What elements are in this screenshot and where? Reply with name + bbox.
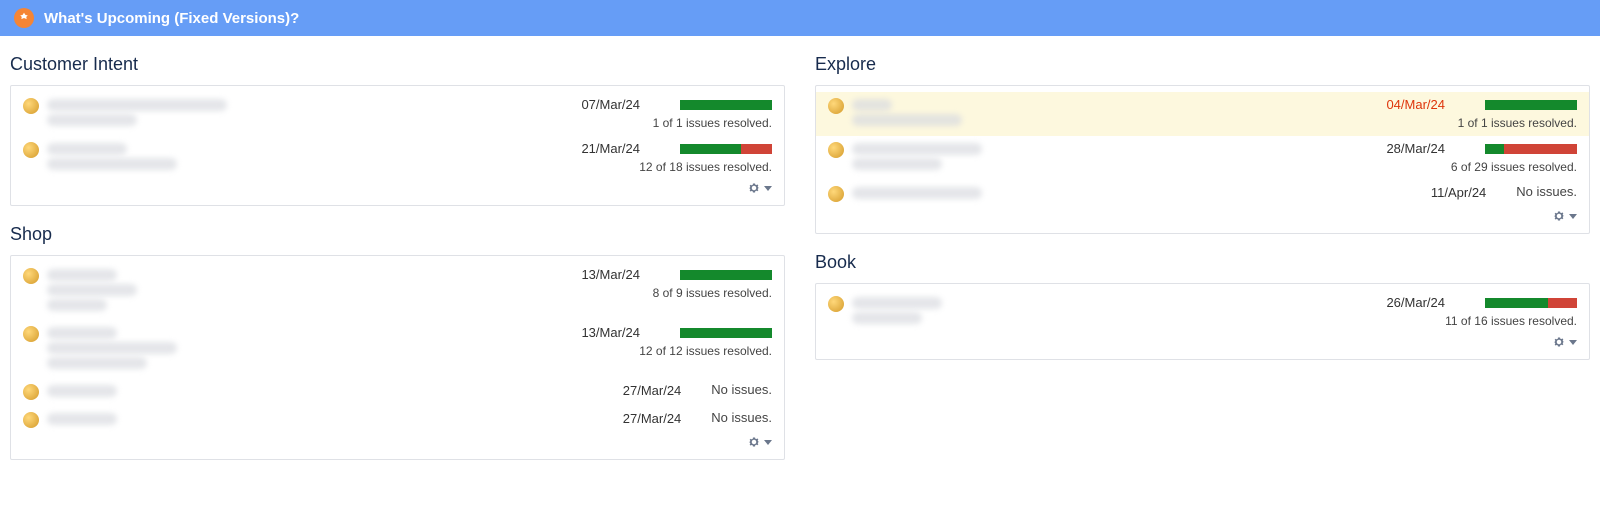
release-date: 07/Mar/24 xyxy=(581,97,640,112)
banner-title: What's Upcoming (Fixed Versions)? xyxy=(44,10,299,27)
version-row[interactable]: 27/Mar/24 No issues. xyxy=(23,406,772,434)
panel-settings-button[interactable] xyxy=(748,436,772,448)
version-name-area xyxy=(852,184,1257,202)
release-date: 21/Mar/24 xyxy=(581,141,640,156)
progress-bar xyxy=(1485,100,1577,110)
version-progress-area: 13/Mar/24 8 of 9 issues resolved. xyxy=(452,266,772,300)
section-title: Book xyxy=(815,252,1590,273)
progress-bar xyxy=(1485,298,1577,308)
resolved-label: 8 of 9 issues resolved. xyxy=(452,286,772,300)
version-icon xyxy=(828,98,844,114)
release-date: 27/Mar/24 xyxy=(623,383,682,398)
resolved-label: 12 of 18 issues resolved. xyxy=(452,160,772,174)
version-icon xyxy=(23,142,39,158)
panel-settings-button[interactable] xyxy=(1553,336,1577,348)
version-name-area xyxy=(47,140,452,173)
release-date: 11/Apr/24 xyxy=(1431,185,1486,200)
version-row[interactable]: 04/Mar/24 1 of 1 issues resolved. xyxy=(816,92,1589,136)
version-name-area xyxy=(852,140,1257,173)
panel-settings-button[interactable] xyxy=(748,182,772,194)
version-row[interactable]: 21/Mar/24 12 of 18 issues resolved. xyxy=(23,136,772,180)
versions-panel: 26/Mar/24 11 of 16 issues resolved. xyxy=(815,283,1590,360)
project-section: Explore 04/Mar/24 1 of 1 issues resolved. 2… xyxy=(815,54,1590,234)
resolved-label: 12 of 12 issues resolved. xyxy=(452,344,772,358)
version-row[interactable]: 26/Mar/24 11 of 16 issues resolved. xyxy=(828,290,1577,334)
version-progress-area: 13/Mar/24 12 of 12 issues resolved. xyxy=(452,324,772,358)
section-title: Explore xyxy=(815,54,1590,75)
version-icon xyxy=(828,296,844,312)
progress-bar xyxy=(680,328,772,338)
version-name-area xyxy=(47,324,452,372)
release-date: 28/Mar/24 xyxy=(1386,141,1445,156)
column: Explore 04/Mar/24 1 of 1 issues resolved. 2… xyxy=(815,46,1590,478)
banner: What's Upcoming (Fixed Versions)? xyxy=(0,0,1600,36)
progress-bar xyxy=(680,100,772,110)
release-date: 04/Mar/24 xyxy=(1386,97,1445,112)
project-section: Book 26/Mar/24 11 of 16 issues resolved. xyxy=(815,252,1590,360)
version-icon xyxy=(828,186,844,202)
no-issues-label: No issues. xyxy=(711,382,772,397)
no-issues-label: No issues. xyxy=(1516,184,1577,199)
chevron-down-icon xyxy=(764,440,772,445)
version-row[interactable]: 07/Mar/24 1 of 1 issues resolved. xyxy=(23,92,772,136)
versions-panel: 13/Mar/248 of 9 issues resolved.13/Mar/2… xyxy=(10,255,785,460)
progress-bar xyxy=(1485,144,1577,154)
version-row[interactable]: 13/Mar/24 12 of 12 issues resolved. xyxy=(23,320,772,378)
version-icon xyxy=(23,384,39,400)
version-progress-area: 21/Mar/24 12 of 18 issues resolved. xyxy=(452,140,772,174)
release-date: 27/Mar/24 xyxy=(623,411,682,426)
version-row[interactable]: 28/Mar/24 6 of 29 issues resolved. xyxy=(828,136,1577,180)
version-name-area xyxy=(47,410,452,428)
progress-bar xyxy=(680,270,772,280)
column: Customer Intent 07/Mar/24 1 of 1 issues re… xyxy=(10,46,785,478)
resolved-label: 11 of 16 issues resolved. xyxy=(1257,314,1577,328)
version-name-area xyxy=(852,294,1257,327)
release-date: 13/Mar/24 xyxy=(581,267,640,282)
resolved-label: 1 of 1 issues resolved. xyxy=(1257,116,1577,130)
version-icon xyxy=(23,98,39,114)
project-section: Shop13/Mar/248 of 9 issues resolved.13/M… xyxy=(10,224,785,460)
progress-bar xyxy=(680,144,772,154)
versions-panel: 07/Mar/24 1 of 1 issues resolved. 21/Mar/2… xyxy=(10,85,785,206)
chevron-down-icon xyxy=(764,186,772,191)
section-title: Customer Intent xyxy=(10,54,785,75)
section-title: Shop xyxy=(10,224,785,245)
version-icon xyxy=(828,142,844,158)
version-icon xyxy=(23,412,39,428)
version-row[interactable]: 27/Mar/24 No issues. xyxy=(23,378,772,406)
version-progress-area: 11/Apr/24 No issues. xyxy=(1257,184,1577,200)
version-icon xyxy=(23,326,39,342)
version-progress-area: 26/Mar/24 11 of 16 issues resolved. xyxy=(1257,294,1577,328)
version-icon xyxy=(23,268,39,284)
versions-panel: 04/Mar/24 1 of 1 issues resolved. 28/Mar/2… xyxy=(815,85,1590,234)
version-progress-area: 27/Mar/24 No issues. xyxy=(452,410,772,426)
version-name-area xyxy=(47,382,452,400)
version-progress-area: 07/Mar/24 1 of 1 issues resolved. xyxy=(452,96,772,130)
no-issues-label: No issues. xyxy=(711,410,772,425)
release-date: 26/Mar/24 xyxy=(1386,295,1445,310)
resolved-label: 6 of 29 issues resolved. xyxy=(1257,160,1577,174)
chevron-down-icon xyxy=(1569,340,1577,345)
version-row[interactable]: 11/Apr/24 No issues. xyxy=(828,180,1577,208)
version-name-area xyxy=(47,96,452,129)
resolved-label: 1 of 1 issues resolved. xyxy=(452,116,772,130)
version-progress-area: 27/Mar/24 No issues. xyxy=(452,382,772,398)
panel-settings-button[interactable] xyxy=(1553,210,1577,222)
version-name-area xyxy=(852,96,1257,129)
version-progress-area: 28/Mar/24 6 of 29 issues resolved. xyxy=(1257,140,1577,174)
chevron-down-icon xyxy=(1569,214,1577,219)
project-section: Customer Intent 07/Mar/24 1 of 1 issues re… xyxy=(10,54,785,206)
version-row[interactable]: 13/Mar/24 8 of 9 issues resolved. xyxy=(23,262,772,320)
release-icon xyxy=(14,8,34,28)
version-progress-area: 04/Mar/24 1 of 1 issues resolved. xyxy=(1257,96,1577,130)
version-name-area xyxy=(47,266,452,314)
release-date: 13/Mar/24 xyxy=(581,325,640,340)
